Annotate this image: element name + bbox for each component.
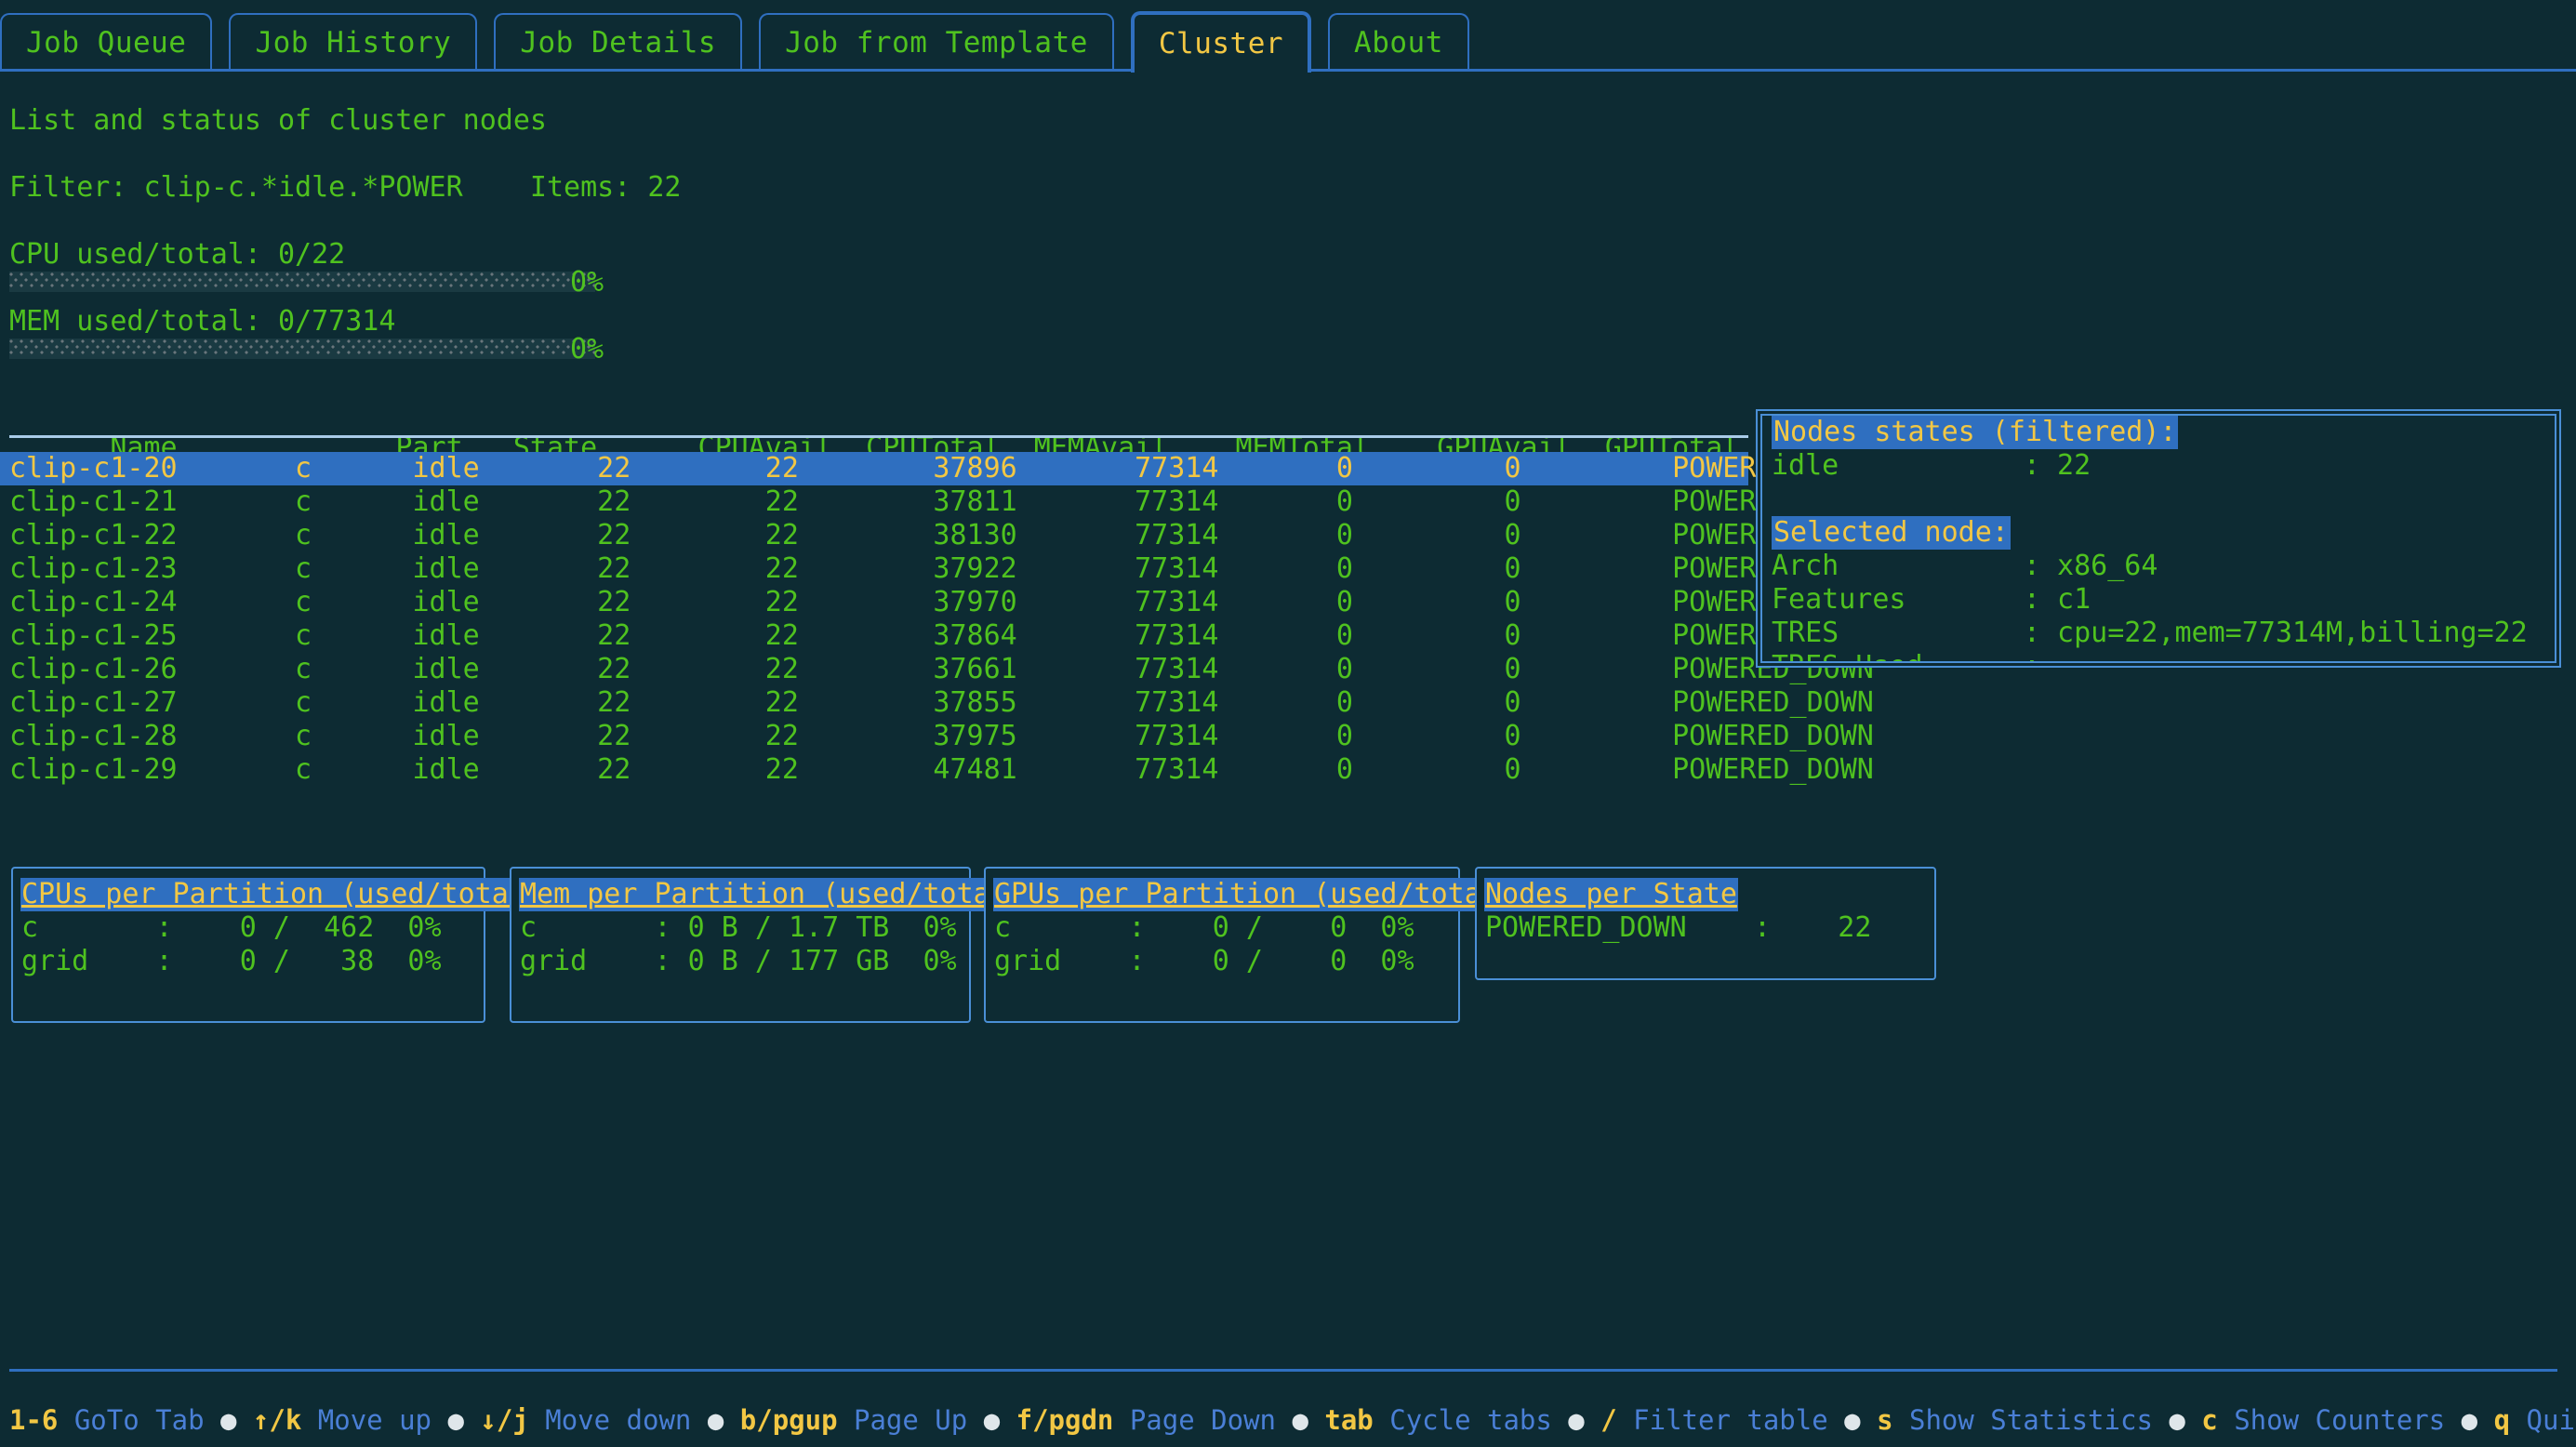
cpus-per-partition-title: CPUs per Partition (used/total) — [20, 878, 543, 911]
keybinding-key[interactable]: ↑/k — [253, 1404, 301, 1436]
keybinding-separator: ● — [205, 1404, 253, 1436]
tab-label: Job History — [255, 29, 451, 58]
keybinding-desc: GoTo Tab — [58, 1404, 204, 1436]
table-row[interactable]: clip-c1-23 c idle 22 22 37922 77314 0 0 … — [0, 552, 1748, 586]
table-row[interactable]: clip-c1-22 c idle 22 22 38130 77314 0 0 … — [0, 519, 1748, 552]
keybinding-desc: Move down — [529, 1404, 692, 1436]
tab-about[interactable]: About — [1328, 13, 1469, 71]
mem-usage-percent: 0% — [570, 333, 604, 366]
table-body: clip-c1-20 c idle 22 22 37896 77314 0 0 … — [0, 452, 1748, 787]
panel-spacer — [1762, 483, 2555, 516]
gpus-per-partition-row: c : 0 / 0 0% — [986, 911, 1458, 945]
keybinding-separator: ● — [1276, 1404, 1324, 1436]
summary-boxes: CPUs per Partition (used/total) c : 0 / … — [0, 867, 2576, 1053]
tab-job-history[interactable]: Job History — [229, 13, 477, 71]
keybinding-separator: ● — [691, 1404, 739, 1436]
tab-cluster[interactable]: Cluster — [1131, 11, 1311, 73]
tab-job-queue[interactable]: Job Queue — [0, 13, 212, 71]
keybinding-key[interactable]: q — [2494, 1404, 2510, 1436]
keybinding-desc: Show Statistics — [1893, 1404, 2153, 1436]
page-description: List and status of cluster nodes — [9, 104, 547, 138]
tab-label: Cluster — [1159, 30, 1283, 59]
cluster-view: List and status of cluster nodes Filter:… — [0, 86, 2576, 1369]
keybinding-desc: Filter table — [1617, 1404, 1828, 1436]
keybinding-key[interactable]: 1-6 — [9, 1404, 58, 1436]
node-info-panel: Nodes states (filtered): idle : 22 Selec… — [1756, 409, 2561, 668]
tab-label: About — [1354, 29, 1443, 58]
table-header-divider — [9, 435, 1748, 438]
tab-label: Job from Template — [785, 29, 1088, 58]
table-header-row: Name Part. State CPUAvail CPUTotal MEMAv… — [0, 398, 1748, 437]
filter-status-line: Filter: clip-c.*idle.*POWER Items: 22 — [9, 171, 681, 205]
node-info-panel-inner: Nodes states (filtered): idle : 22 Selec… — [1760, 414, 2556, 663]
tab-bar-underline-segment — [1311, 69, 2576, 72]
gpus-per-partition-title: GPUs per Partition (used/total) — [993, 878, 1516, 911]
selected-node-title: Selected node: — [1772, 516, 2011, 550]
nodes-per-state-title: Nodes per State — [1484, 878, 1738, 911]
keybinding-desc: Move up — [301, 1404, 432, 1436]
mem-per-partition-row: c : 0 B / 1.7 TB 0% — [511, 911, 969, 945]
table-row[interactable]: clip-c1-26 c idle 22 22 37661 77314 0 0 … — [0, 653, 1748, 686]
keybinding-separator: ● — [1552, 1404, 1600, 1436]
mem-per-partition-row: grid : 0 B / 177 GB 0% — [511, 945, 969, 978]
nodes-per-state-box: Nodes per State POWERED_DOWN : 22 — [1475, 867, 1936, 980]
keybinding-key[interactable]: b/pgup — [740, 1404, 838, 1436]
keybinding-key[interactable]: c — [2201, 1404, 2217, 1436]
gpus-per-partition-box: GPUs per Partition (used/total) c : 0 / … — [984, 867, 1460, 1023]
table-row[interactable]: clip-c1-25 c idle 22 22 37864 77314 0 0 … — [0, 619, 1748, 653]
table-row[interactable]: clip-c1-24 c idle 22 22 37970 77314 0 0 … — [0, 586, 1748, 619]
table-row[interactable]: clip-c1-21 c idle 22 22 37811 77314 0 0 … — [0, 485, 1748, 519]
status-bar-divider — [9, 1369, 2557, 1372]
nodes-states-title: Nodes states (filtered): — [1772, 416, 2178, 449]
keybinding-desc: Quit scom — [2510, 1404, 2576, 1436]
keybinding-key[interactable]: ↓/j — [480, 1404, 528, 1436]
cpu-usage-percent: 0% — [570, 266, 604, 299]
tab-bar-underline-segment — [0, 69, 1131, 72]
cpu-usage-bar — [9, 272, 595, 292]
mem-per-partition-title: Mem per Partition (used/total) — [519, 878, 1025, 911]
keybinding-list: 1-6 GoTo Tab ● ↑/k Move up ● ↓/j Move do… — [9, 1404, 2576, 1436]
tab-bar: Job Queue Job History Job Details Job fr… — [0, 0, 2576, 86]
tab-job-details[interactable]: Job Details — [494, 13, 742, 71]
status-bar: 1-6 GoTo Tab ● ↑/k Move up ● ↓/j Move do… — [0, 1369, 2576, 1447]
keybinding-desc: Page Down — [1113, 1404, 1276, 1436]
nodes-per-state-row: POWERED_DOWN : 22 — [1477, 911, 1934, 945]
gpus-per-partition-row: grid : 0 / 0 0% — [986, 945, 1458, 978]
keybinding-key[interactable]: s — [1877, 1404, 1892, 1436]
mem-usage-bar — [9, 339, 595, 359]
keybinding-key[interactable]: tab — [1324, 1404, 1373, 1436]
nodes-states-row: idle : 22 — [1762, 449, 2555, 483]
mem-usage-label: MEM used/total: 0/77314 — [9, 305, 395, 339]
keybinding-separator: ● — [432, 1404, 480, 1436]
cpus-per-partition-row: c : 0 / 462 0% — [13, 911, 484, 945]
keybinding-separator: ● — [1828, 1404, 1877, 1436]
cpus-per-partition-row: grid : 0 / 38 0% — [13, 945, 484, 978]
selected-node-arch: Arch : x86_64 — [1762, 550, 2555, 583]
nodes-table: Name Part. State CPUAvail CPUTotal MEMAv… — [0, 398, 1748, 437]
selected-node-tres: TRES : cpu=22,mem=77314M,billing=22 — [1762, 617, 2555, 650]
cpu-usage-label: CPU used/total: 0/22 — [9, 238, 345, 272]
selected-node-title-wrap: Selected node: — [1762, 516, 2555, 550]
table-row[interactable]: clip-c1-28 c idle 22 22 37975 77314 0 0 … — [0, 720, 1748, 753]
table-row[interactable]: clip-c1-27 c idle 22 22 37855 77314 0 0 … — [0, 686, 1748, 720]
keybinding-desc: Page Up — [838, 1404, 968, 1436]
keybinding-key[interactable]: / — [1600, 1404, 1616, 1436]
table-row[interactable]: clip-c1-20 c idle 22 22 37896 77314 0 0 … — [0, 452, 1748, 485]
keybinding-key[interactable]: f/pgdn — [1016, 1404, 1114, 1436]
cpus-per-partition-box: CPUs per Partition (used/total) c : 0 / … — [11, 867, 485, 1023]
keybinding-separator: ● — [967, 1404, 1016, 1436]
keybinding-desc: Show Counters — [2218, 1404, 2445, 1436]
keybinding-desc: Cycle tabs — [1374, 1404, 1552, 1436]
selected-node-features: Features : c1 — [1762, 583, 2555, 617]
tab-label: Job Details — [520, 29, 716, 58]
mem-per-partition-box: Mem per Partition (used/total) c : 0 B /… — [510, 867, 971, 1023]
tab-job-from-template[interactable]: Job from Template — [759, 13, 1114, 71]
keybinding-separator: ● — [2445, 1404, 2493, 1436]
tab-label: Job Queue — [26, 29, 186, 58]
table-row[interactable]: clip-c1-29 c idle 22 22 47481 77314 0 0 … — [0, 753, 1748, 787]
keybinding-separator: ● — [2153, 1404, 2201, 1436]
selected-node-tres-used: TRES Used : — [1762, 650, 2555, 663]
nodes-states-title-wrap: Nodes states (filtered): — [1762, 416, 2555, 449]
